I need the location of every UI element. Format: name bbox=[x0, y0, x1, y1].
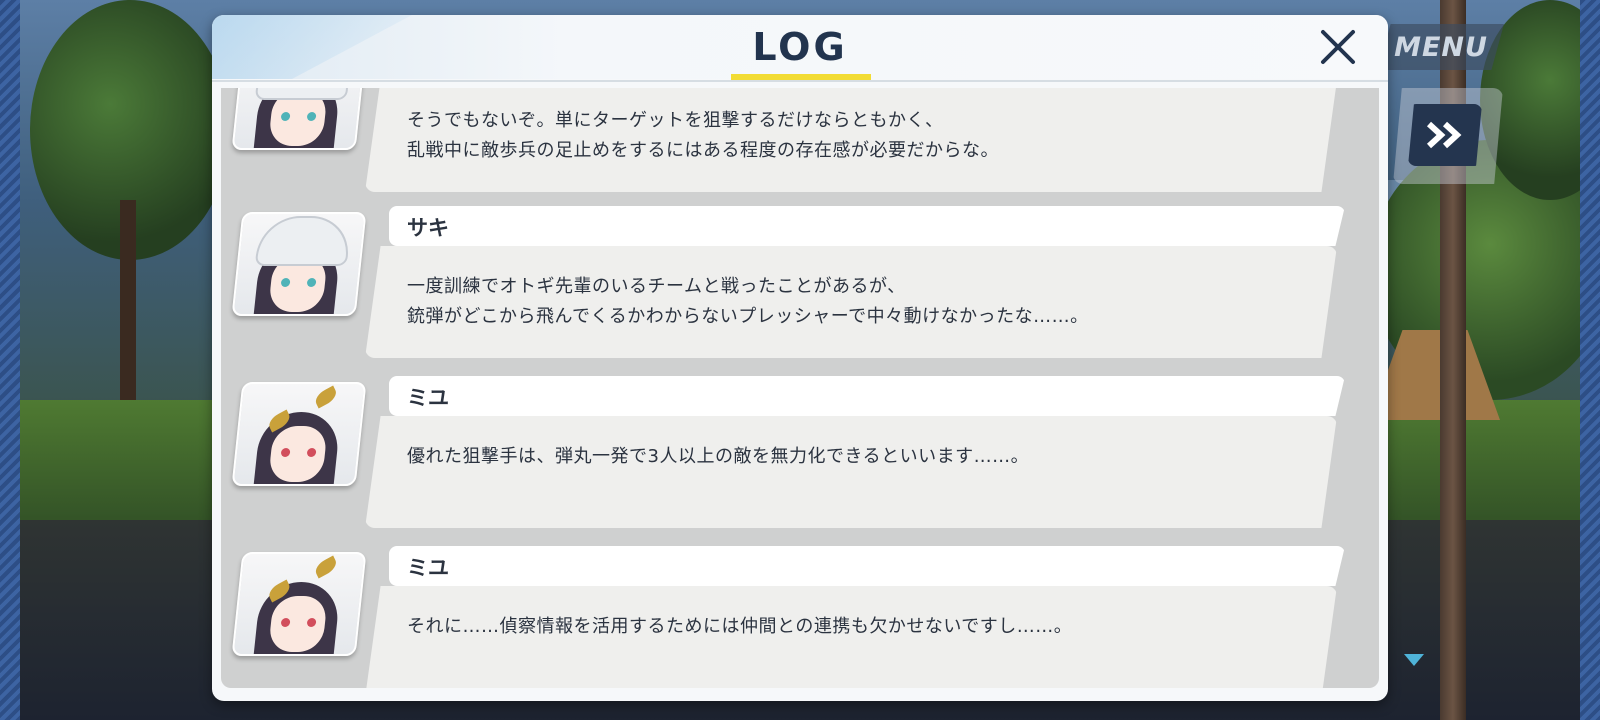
fast-forward-icon bbox=[1426, 121, 1462, 149]
left-border bbox=[0, 0, 20, 720]
log-entry: ミユ 優れた狙撃手は、弾丸一発で3人以上の敵を無力化できるといいます……。 bbox=[221, 376, 1379, 536]
close-icon bbox=[1321, 30, 1355, 64]
advance-indicator-icon bbox=[1404, 654, 1424, 666]
log-panel: LOG そうでもないぞ。単にターゲットを狙撃するだけならともかく、 乱戦中に敵歩… bbox=[212, 15, 1388, 701]
log-entry: そうでもないぞ。単にターゲットを狙撃するだけならともかく、 乱戦中に敵歩兵の足止… bbox=[221, 88, 1379, 200]
speaker-name: ミユ bbox=[407, 556, 449, 580]
character-portrait bbox=[231, 212, 367, 316]
dialogue-line: 一度訓練でオトギ先輩のいるチームと戦ったことがあるが、 bbox=[407, 276, 906, 297]
log-header: LOG bbox=[212, 15, 1388, 79]
speaker-name-bar bbox=[389, 546, 1345, 586]
character-portrait bbox=[231, 382, 367, 486]
dialogue-line: 銃弾がどこから飛んでくるかわからないプレッシャーで中々動けなかったな……。 bbox=[407, 306, 1089, 327]
speaker-name: サキ bbox=[407, 216, 449, 240]
log-entry: ミユ それに……偵察情報を活用するためには仲間との連携も欠かせないですし……。 bbox=[221, 546, 1379, 688]
character-portrait bbox=[231, 88, 367, 150]
dialogue-line: そうでもないぞ。単にターゲットを狙撃するだけならともかく、 bbox=[407, 110, 944, 131]
header-divider bbox=[212, 80, 1388, 82]
menu-button[interactable]: MENU bbox=[1378, 24, 1504, 70]
dialogue-line: 優れた狙撃手は、弾丸一発で3人以上の敵を無力化できるといいます……。 bbox=[407, 446, 1030, 467]
right-border bbox=[1580, 0, 1600, 720]
log-list[interactable]: そうでもないぞ。単にターゲットを狙撃するだけならともかく、 乱戦中に敵歩兵の足止… bbox=[221, 88, 1379, 688]
log-entry: サキ 一度訓練でオトギ先輩のいるチームと戦ったことがあるが、 銃弾がどこから飛ん… bbox=[221, 206, 1379, 366]
speaker-name: ミユ bbox=[407, 386, 449, 410]
fast-forward-button[interactable] bbox=[1408, 104, 1482, 166]
speaker-name-bar bbox=[389, 206, 1345, 246]
character-portrait bbox=[231, 552, 367, 656]
close-button[interactable] bbox=[1316, 25, 1360, 69]
dialogue-line: それに……偵察情報を活用するためには仲間との連携も欠かせないですし……。 bbox=[407, 616, 1073, 637]
speaker-name-bar bbox=[389, 376, 1345, 416]
dialogue-line: 乱戦中に敵歩兵の足止めをするにはある程度の存在感が必要だからな。 bbox=[407, 140, 999, 161]
menu-label: MENU bbox=[1394, 31, 1488, 63]
dialogue-bubble bbox=[365, 416, 1337, 528]
log-title: LOG bbox=[752, 25, 848, 69]
